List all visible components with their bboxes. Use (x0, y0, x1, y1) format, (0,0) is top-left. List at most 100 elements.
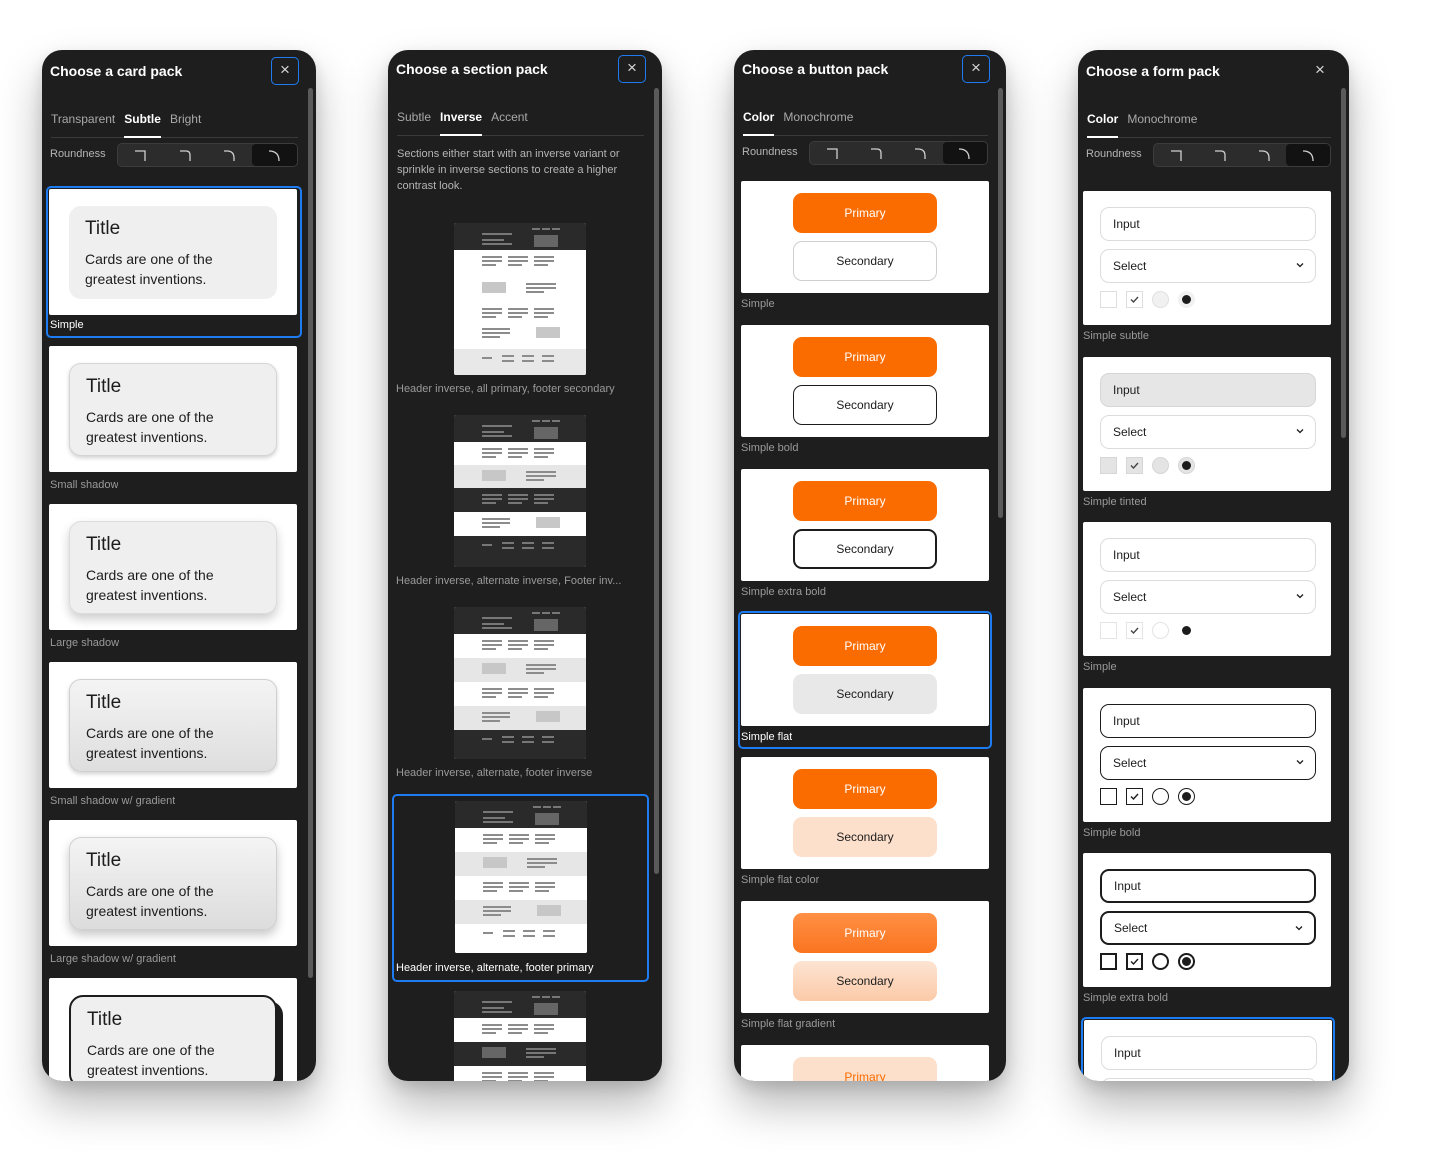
button-option[interactable]: Primary Secondary Simple bold (741, 325, 989, 457)
secondary-button[interactable]: Secondary (793, 241, 937, 281)
input-field[interactable]: Input (1100, 703, 1316, 738)
section-option[interactable]: Header inverse, alternate inverse, Foote… (395, 412, 645, 596)
form-option[interactable]: Input Select Simple (1083, 522, 1331, 682)
roundness-option-2[interactable] (854, 142, 898, 164)
select-field[interactable]: Select (1100, 414, 1316, 449)
select-field[interactable]: Select (1100, 580, 1316, 615)
form-option[interactable]: InputSelect (1081, 1017, 1335, 1081)
close-icon[interactable]: × (1306, 57, 1334, 85)
checkbox-unchecked[interactable] (1100, 291, 1117, 308)
button-option[interactable]: Primary Secondary Simple flat gradient (741, 901, 989, 1033)
scrollbar[interactable] (308, 88, 313, 978)
secondary-button[interactable]: Secondary (793, 674, 937, 714)
checkbox-checked[interactable] (1126, 953, 1143, 971)
tab-color[interactable]: Color (743, 110, 775, 136)
tab-monochrome[interactable]: Monochrome (1127, 112, 1197, 138)
roundness-option-2[interactable] (1198, 144, 1242, 166)
tab-subtle[interactable]: Subtle (397, 110, 431, 136)
section-option[interactable]: Header inverse, alternate, footer invers… (395, 604, 645, 788)
roundness-option-2[interactable] (163, 144, 208, 166)
input-field[interactable]: Input (1100, 372, 1316, 407)
radio-selected[interactable] (1178, 456, 1195, 474)
radio-unselected[interactable] (1152, 456, 1169, 474)
card-option[interactable]: Title Cards are one of the greatest inven… (49, 504, 299, 652)
card-option[interactable]: Title Cards are one of the greatest inven… (49, 820, 299, 968)
radio-selected[interactable] (1178, 787, 1195, 805)
close-icon[interactable]: × (618, 55, 646, 83)
checkbox-unchecked[interactable] (1100, 953, 1117, 971)
tab-bright[interactable]: Bright (170, 112, 201, 138)
roundness-option-4[interactable] (252, 144, 297, 166)
checkbox-checked[interactable] (1126, 622, 1143, 640)
form-option[interactable]: Input Select Simple tinted (1083, 356, 1331, 517)
select-field[interactable]: Select (1100, 249, 1316, 283)
scrollbar[interactable] (1341, 88, 1346, 438)
scrollbar[interactable] (654, 88, 659, 874)
tab-transparent[interactable]: Transparent (51, 112, 115, 138)
section-option[interactable]: Header inverse, alternate, footer primar… (392, 794, 649, 982)
primary-button[interactable]: Primary (793, 337, 937, 377)
secondary-button[interactable]: Secondary (793, 817, 937, 857)
checkbox-unchecked[interactable] (1100, 456, 1117, 474)
primary-button[interactable]: Primary (793, 769, 937, 809)
checkbox-checked[interactable] (1126, 787, 1143, 805)
radio-unselected[interactable] (1152, 787, 1169, 805)
roundness-option-3[interactable] (899, 142, 943, 164)
card-option[interactable]: Title Cards are one of the greatest inven… (49, 662, 299, 810)
secondary-button[interactable]: Secondary (793, 385, 937, 425)
tab-color[interactable]: Color (1087, 112, 1119, 138)
input-field[interactable]: Input (1100, 538, 1316, 573)
primary-button[interactable]: Primary (793, 193, 937, 233)
roundness-option-1[interactable] (810, 142, 854, 164)
radio-selected[interactable] (1178, 953, 1195, 971)
section-option[interactable]: Header inverse, all primary, footer seco… (395, 220, 645, 404)
card-preview: Title Cards are one of the greatest inven… (49, 978, 297, 1081)
radio-unselected[interactable] (1152, 291, 1169, 308)
button-option[interactable]: Primary Secondary Simple flat (738, 611, 992, 749)
tab-subtle[interactable]: Subtle (124, 112, 161, 138)
roundness-option-1[interactable] (118, 144, 163, 166)
roundness-option-3[interactable] (1242, 144, 1286, 166)
select-field[interactable]: Select (1100, 911, 1316, 946)
card-option[interactable]: Title Cards are one of the greatest inven… (46, 186, 302, 338)
checkbox-unchecked[interactable] (1100, 787, 1117, 805)
tab-inverse[interactable]: Inverse (440, 110, 483, 136)
form-option[interactable]: Input Select Simple bold (1083, 687, 1331, 848)
radio-unselected[interactable] (1152, 953, 1169, 971)
roundness-option-4[interactable] (942, 142, 987, 164)
input-field[interactable]: Input (1100, 869, 1316, 904)
scrollbar[interactable] (998, 88, 1003, 518)
section-option[interactable] (395, 988, 645, 1081)
button-option[interactable]: Primary Secondary Simple flat color (741, 757, 989, 889)
checkbox-checked[interactable] (1126, 456, 1143, 474)
roundness-option-1[interactable] (1154, 144, 1198, 166)
secondary-button[interactable]: Secondary (793, 961, 937, 1001)
primary-button[interactable]: Primary (793, 913, 937, 953)
checkbox-checked[interactable] (1126, 291, 1143, 308)
primary-button[interactable]: Primary (793, 626, 937, 666)
radio-unselected[interactable] (1152, 622, 1169, 640)
button-option[interactable]: Primary (741, 1045, 989, 1081)
button-option[interactable]: Primary Secondary Simple (741, 181, 989, 313)
form-option[interactable]: Input Select Simple extra bold (1083, 853, 1331, 1013)
close-icon[interactable]: × (962, 55, 990, 83)
primary-button[interactable]: Primary (793, 481, 937, 521)
tab-monochrome[interactable]: Monochrome (783, 110, 853, 136)
select-field[interactable]: Select (1100, 745, 1316, 780)
roundness-option-4[interactable] (1286, 144, 1330, 166)
radio-selected[interactable] (1178, 622, 1195, 640)
secondary-button[interactable]: Secondary (793, 529, 937, 569)
card-option[interactable]: Title Cards are one of the greatest inven… (49, 346, 299, 494)
tab-accent[interactable]: Accent (491, 110, 528, 136)
input-field[interactable]: Input (1101, 1036, 1317, 1070)
radio-selected[interactable] (1178, 291, 1195, 308)
card-option[interactable]: Title Cards are one of the greatest inven… (49, 978, 299, 1081)
select-field[interactable] (1101, 1078, 1317, 1081)
checkbox-unchecked[interactable] (1100, 622, 1117, 640)
roundness-option-3[interactable] (208, 144, 253, 166)
input-field[interactable]: Input (1100, 207, 1316, 241)
button-option[interactable]: Primary Secondary Simple extra bold (741, 469, 989, 601)
primary-button[interactable]: Primary (793, 1057, 937, 1081)
close-icon[interactable]: × (271, 57, 299, 85)
form-option[interactable]: Input Select Simple subtle (1083, 191, 1331, 351)
